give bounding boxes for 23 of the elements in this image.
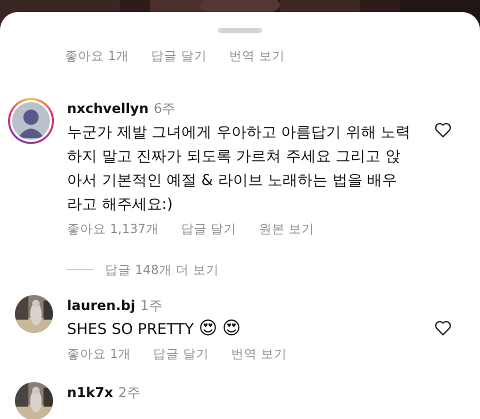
timestamp: 1주 — [140, 298, 163, 314]
drag-handle[interactable] — [218, 28, 262, 33]
translate-link[interactable]: 번역 보기 — [228, 47, 285, 66]
reply-link[interactable]: 답글 달기 — [180, 220, 237, 238]
avatar-silhouette-icon — [12, 102, 50, 140]
story-ring[interactable] — [8, 98, 54, 144]
timestamp: 2주 — [118, 385, 141, 401]
username[interactable]: lauren.bj — [67, 298, 136, 314]
translate-link[interactable]: 원본 보기 — [258, 220, 315, 238]
comment-text: 누군가 제발 그녀에게 우아하고 아름답기 위해 노력하지 말고 진짜가 되도록 가르쳐 주세요 그리고 앉아서 기본적인 예절 & 라이브 노래하는 법을 배우라고 해주세요:) — [67, 122, 412, 215]
likes-count[interactable]: 좋아요 1,137개 — [67, 220, 159, 238]
reply-link[interactable]: 답글 달기 — [150, 47, 207, 66]
likes-count[interactable]: 좋아요 1개 — [65, 47, 129, 66]
likes-count[interactable]: 좋아요 1개 — [67, 345, 131, 364]
comment-text: SHES SO PRETTY 😍 😍 — [67, 317, 242, 342]
username[interactable]: nxchvellyn — [67, 100, 149, 117]
translate-link[interactable]: 번역 보기 — [230, 345, 287, 364]
heart-eyes-emoji: 😍 — [198, 318, 218, 340]
username[interactable]: n1k7x — [67, 385, 114, 401]
reply-link[interactable]: 답글 달기 — [152, 345, 209, 364]
heart-eyes-emoji: 😍 — [222, 318, 241, 340]
view-replies-link[interactable]: 답글 148개 더 보기 — [105, 260, 219, 280]
timestamp: 6주 — [154, 100, 176, 117]
